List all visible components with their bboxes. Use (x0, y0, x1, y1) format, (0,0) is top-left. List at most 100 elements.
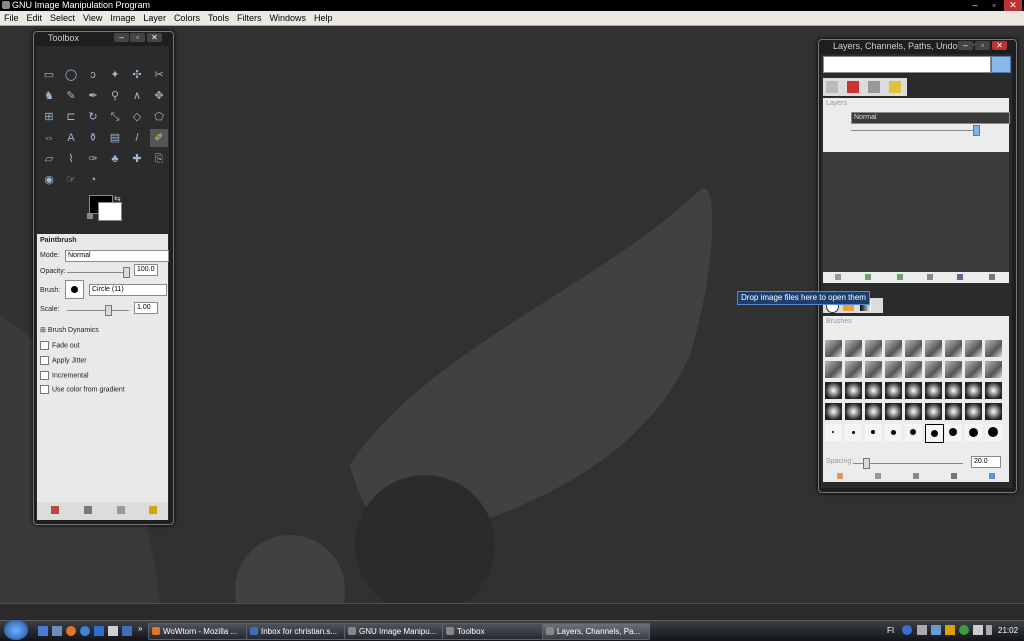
brush-spacing-handle[interactable] (863, 458, 870, 469)
lower-layer-icon[interactable] (897, 274, 903, 280)
new-brush-icon[interactable] (875, 473, 881, 479)
rect-select-icon[interactable]: ▭ (40, 66, 58, 84)
ink-icon[interactable]: ✑ (84, 150, 102, 168)
paths-icon[interactable]: ✎ (62, 87, 80, 105)
airbrush-icon[interactable]: ⌇ (62, 150, 80, 168)
swap-colors-icon[interactable]: ⇆ (114, 194, 121, 203)
menu-edit[interactable]: Edit (23, 11, 47, 25)
brush-thumbnail[interactable] (885, 424, 902, 441)
toolbox-maximize-button[interactable]: ▫ (130, 33, 145, 42)
brush-thumbnail[interactable] (885, 361, 902, 378)
brush-thumbnail[interactable] (925, 361, 942, 378)
close-button[interactable]: ✕ (1004, 0, 1022, 11)
image-menu-select[interactable] (823, 56, 991, 73)
volume-icon[interactable] (973, 625, 983, 635)
menu-filters[interactable]: Filters (233, 11, 266, 25)
brush-thumbnail[interactable] (965, 382, 982, 399)
brush-thumbnail[interactable] (965, 403, 982, 420)
paintbrush-icon[interactable]: ✐ (150, 129, 168, 147)
align-icon[interactable]: ⊞ (40, 108, 58, 126)
tab-paths-icon[interactable] (868, 81, 880, 93)
minimize-button[interactable]: – (966, 0, 984, 11)
menu-layer[interactable]: Layer (139, 11, 170, 25)
layer-opacity-handle[interactable] (973, 125, 980, 136)
brush-thumbnail[interactable] (885, 340, 902, 357)
brush-thumbnail[interactable] (945, 361, 962, 378)
start-orb-icon[interactable] (4, 620, 28, 640)
brush-thumbnail[interactable] (845, 382, 862, 399)
duplicate-layer-icon[interactable] (927, 274, 933, 280)
brush-thumbnail[interactable] (845, 403, 862, 420)
anchor-layer-icon[interactable] (957, 274, 963, 280)
maximize-button[interactable]: ▫ (985, 0, 1003, 11)
bucket-fill-icon[interactable]: ⚱ (84, 129, 102, 147)
brush-thumbnail[interactable] (945, 340, 962, 357)
brush-thumbnail[interactable] (965, 340, 982, 357)
internet-explorer-icon[interactable] (80, 626, 90, 636)
brush-thumbnail[interactable] (865, 340, 882, 357)
brush-thumbnail[interactable] (925, 382, 942, 399)
brush-thumbnail[interactable] (825, 361, 842, 378)
edit-brush-icon[interactable] (837, 473, 843, 479)
brush-thumbnail[interactable] (985, 382, 1002, 399)
tray-icon[interactable] (917, 625, 927, 635)
brush-thumbnail[interactable] (885, 382, 902, 399)
color-select-icon[interactable]: ✣ (128, 66, 146, 84)
menu-file[interactable]: File (0, 11, 23, 25)
brush-thumbnail[interactable] (945, 382, 962, 399)
brush-thumbnail[interactable] (825, 424, 842, 441)
scissors-icon[interactable]: ✂ (150, 66, 168, 84)
perspective-icon[interactable]: ⬠ (150, 108, 168, 126)
menu-view[interactable]: View (79, 11, 106, 25)
refresh-brushes-icon[interactable] (989, 473, 995, 479)
foreground-select-icon[interactable]: ♞ (40, 87, 58, 105)
brush-spacing-field[interactable]: 20.0 (971, 456, 1001, 468)
measure-icon[interactable]: ∧ (128, 87, 146, 105)
tab-channels-icon[interactable] (847, 81, 859, 93)
opacity-slider-handle[interactable] (123, 267, 130, 278)
menu-colors[interactable]: Colors (170, 11, 204, 25)
raise-layer-icon[interactable] (865, 274, 871, 280)
messenger-icon[interactable] (94, 626, 104, 636)
switch-windows-icon[interactable] (52, 626, 62, 636)
auto-button[interactable] (991, 56, 1011, 73)
reset-options-icon[interactable] (149, 506, 157, 514)
dock-close-button[interactable]: ✕ (992, 41, 1007, 50)
opacity-slider[interactable] (67, 272, 129, 273)
taskbar-button-layers[interactable]: Layers, Channels, Pa... (542, 623, 650, 640)
fuzzy-select-icon[interactable]: ✦ (106, 66, 124, 84)
brush-thumbnail[interactable] (925, 403, 942, 420)
brush-thumbnail[interactable] (985, 340, 1002, 357)
brush-thumbnail[interactable] (825, 340, 842, 357)
scale-slider[interactable] (67, 310, 129, 311)
apply-jitter-checkbox[interactable]: Apply Jitter (40, 356, 87, 365)
brush-thumbnail[interactable] (965, 424, 982, 441)
scale-slider-handle[interactable] (105, 305, 112, 316)
default-colors-icon[interactable] (87, 213, 93, 219)
blur-icon[interactable]: ◉ (40, 171, 58, 189)
brush-thumbnail[interactable] (925, 424, 944, 443)
brush-thumbnail[interactable] (885, 403, 902, 420)
brush-thumbnail[interactable] (905, 361, 922, 378)
language-indicator[interactable]: FI (887, 626, 894, 635)
heal-icon[interactable]: ✚ (128, 150, 146, 168)
brush-thumbnail[interactable] (865, 424, 882, 441)
menu-tools[interactable]: Tools (204, 11, 233, 25)
show-desktop-icon[interactable] (38, 626, 48, 636)
pencil-icon[interactable]: / (128, 129, 146, 147)
move-icon[interactable]: ✥ (150, 87, 168, 105)
brush-thumbnail[interactable] (905, 424, 922, 441)
brush-thumbnail[interactable] (905, 382, 922, 399)
delete-layer-icon[interactable] (989, 274, 995, 280)
crop-icon[interactable]: ⊏ (62, 108, 80, 126)
clone-icon[interactable]: ♣ (106, 150, 124, 168)
toolbox-minimize-button[interactable]: – (114, 33, 129, 42)
menu-help[interactable]: Help (310, 11, 337, 25)
color-picker-icon[interactable]: ✒ (84, 87, 102, 105)
clock[interactable]: 21:02 (998, 626, 1018, 635)
brush-thumbnail[interactable] (825, 403, 842, 420)
brush-thumbnail[interactable] (945, 403, 962, 420)
brush-thumbnail[interactable] (865, 382, 882, 399)
help-tray-icon[interactable] (902, 625, 912, 635)
toolbox-close-button[interactable]: ✕ (147, 33, 162, 42)
